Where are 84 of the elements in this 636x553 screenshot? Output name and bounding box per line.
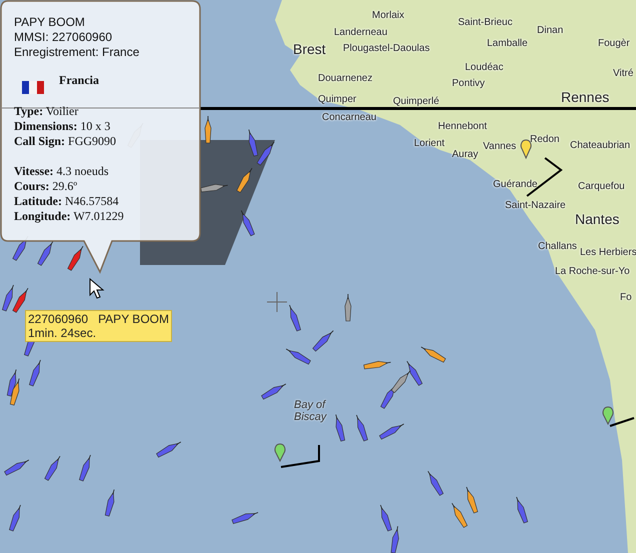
place-label: Dinan bbox=[537, 25, 564, 36]
detail-text: Latitude: N46.57584 bbox=[14, 194, 120, 209]
vessel-icon[interactable] bbox=[12, 288, 28, 313]
vessel-icon[interactable] bbox=[289, 304, 301, 332]
france-flag-icon bbox=[22, 81, 44, 94]
vessel-icon[interactable] bbox=[9, 504, 21, 532]
vessel-icon[interactable] bbox=[236, 168, 252, 193]
place-label: Quimperlé bbox=[393, 96, 440, 107]
vessel-name: PAPY BOOM bbox=[14, 15, 86, 30]
place-label: Douarnenez bbox=[318, 73, 372, 84]
vessel-icon[interactable] bbox=[67, 246, 84, 271]
vessel-icon[interactable] bbox=[104, 489, 115, 516]
vessel-icon[interactable] bbox=[466, 486, 478, 514]
vessel-icon[interactable] bbox=[335, 414, 346, 442]
vessel-icon[interactable] bbox=[363, 361, 392, 370]
vessel-icon[interactable] bbox=[390, 526, 399, 553]
place-label: La Roche-sur-Yo bbox=[555, 266, 630, 277]
place-label: Vitré bbox=[613, 68, 634, 79]
place-label: Rennes bbox=[561, 89, 610, 105]
place-label: Pontivy bbox=[452, 78, 485, 89]
vessel-icon[interactable] bbox=[261, 384, 286, 400]
vessel-icon[interactable] bbox=[4, 460, 30, 476]
detail-text: Cours: 29.6º bbox=[14, 179, 78, 194]
vessel-icon[interactable] bbox=[406, 360, 423, 386]
vessel-icon[interactable] bbox=[256, 142, 275, 166]
place-label: Hennebont bbox=[438, 121, 487, 132]
registration-text: Enregistrement: France bbox=[14, 45, 140, 60]
detail-text: Longitude: W7.01229 bbox=[14, 209, 125, 224]
place-label: Challans bbox=[538, 241, 577, 252]
place-label: Saint-Nazaire bbox=[505, 200, 566, 211]
vessel-icon[interactable] bbox=[10, 378, 20, 406]
place-label: Chateaubrian bbox=[570, 140, 630, 151]
place-label: Les Herbiers bbox=[580, 247, 636, 258]
place-label: Redon bbox=[530, 134, 560, 145]
vessel-icon[interactable] bbox=[390, 370, 411, 394]
place-label: Loudéac bbox=[465, 62, 504, 73]
sea-label: Bay of Biscay bbox=[294, 399, 326, 423]
place-label: Quimper bbox=[318, 94, 356, 105]
place-label: Concarneau bbox=[322, 112, 376, 123]
vessel-icon[interactable] bbox=[6, 369, 17, 396]
vessel-icon[interactable] bbox=[380, 504, 392, 532]
vessel-icon[interactable] bbox=[156, 442, 182, 458]
vessel-icon[interactable] bbox=[344, 294, 352, 322]
vessel-icon[interactable] bbox=[2, 284, 14, 312]
country-label: Francia bbox=[59, 73, 99, 88]
vessel-icon[interactable] bbox=[232, 512, 258, 524]
vessel-icon[interactable] bbox=[286, 348, 311, 365]
place-label: Saint-Brieuc bbox=[458, 17, 512, 28]
place-label: Brest bbox=[293, 41, 326, 57]
place-label: Fo bbox=[620, 292, 632, 303]
place-label: Landerneau bbox=[334, 27, 388, 38]
place-label: Vannes bbox=[483, 141, 516, 152]
crosshair-icon bbox=[267, 292, 287, 312]
vessel-icon[interactable] bbox=[356, 414, 368, 442]
place-label: Plougastel-Daoulas bbox=[343, 43, 430, 54]
cursor-icon bbox=[88, 278, 106, 300]
place-label: Auray bbox=[452, 149, 478, 160]
vessel-icon[interactable] bbox=[204, 116, 212, 144]
vessel-icon[interactable] bbox=[37, 240, 54, 266]
vessel-tooltip: 227060960 PAPY BOOM 1min. 24sec. bbox=[25, 310, 172, 342]
place-label: Carquefou bbox=[578, 181, 625, 192]
vessel-icon[interactable] bbox=[248, 129, 258, 156]
place-label: Lamballe bbox=[487, 38, 528, 49]
place-label: Guérande bbox=[493, 179, 538, 190]
mmsi-text: MMSI: 227060960 bbox=[14, 30, 114, 45]
place-label: Nantes bbox=[575, 211, 620, 227]
vessel-icon[interactable] bbox=[428, 470, 444, 496]
place-label: Lorient bbox=[414, 138, 445, 149]
vessel-icon[interactable] bbox=[79, 454, 91, 482]
vessel-icon[interactable] bbox=[240, 210, 255, 236]
place-label: Morlaix bbox=[372, 10, 404, 21]
vessel-icon[interactable] bbox=[452, 502, 468, 528]
detail-text: Vitesse: 4.3 noeuds bbox=[14, 164, 110, 179]
detail-text: Type: Voilier bbox=[14, 104, 80, 119]
vessel-icon[interactable] bbox=[420, 346, 446, 363]
vessel-icon[interactable] bbox=[44, 456, 60, 481]
place-label: Fougèr bbox=[598, 38, 630, 49]
detail-text: Dimensions: 10 x 3 bbox=[14, 119, 112, 134]
detail-text: Call Sign: FGG9090 bbox=[14, 134, 118, 149]
vessel-icon[interactable] bbox=[29, 360, 41, 386]
vessel-icon[interactable] bbox=[379, 424, 404, 440]
vessel-icon[interactable] bbox=[516, 496, 528, 524]
vessel-icon[interactable] bbox=[312, 330, 334, 352]
map-pin-icon bbox=[600, 406, 636, 428]
